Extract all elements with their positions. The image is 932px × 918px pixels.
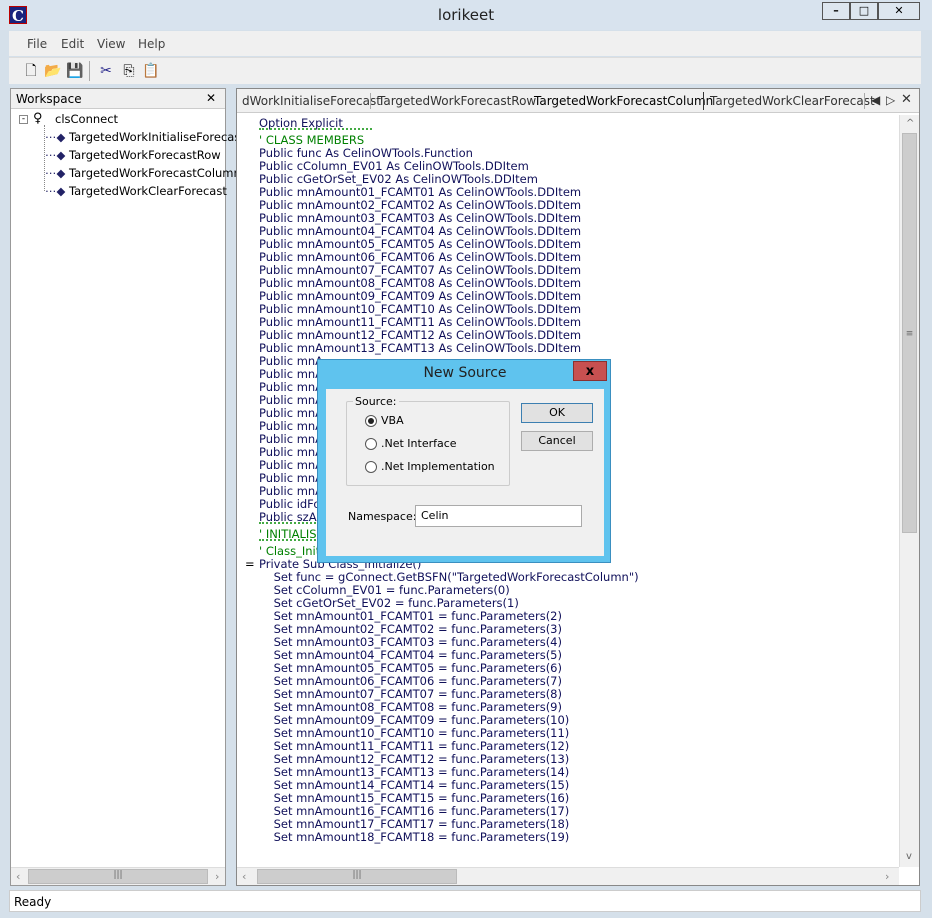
tab-forecast-column[interactable]: TargetedWorkForecastColumn <box>534 94 713 108</box>
dialog-title: New Source <box>423 365 507 381</box>
cut-icon[interactable]: ✂ <box>97 62 115 80</box>
tree-item-label: TargetedWorkInitialiseForecast <box>69 130 245 144</box>
radio-label: VBA <box>381 414 404 427</box>
tab-bar: dWorkInitialiseForecast TargetedWorkFore… <box>237 89 919 113</box>
tab-forecast-row[interactable]: TargetedWorkForecastRow <box>378 94 536 108</box>
radio-icon[interactable] <box>365 438 377 450</box>
tab-divider <box>370 93 371 109</box>
save-icon[interactable]: 💾 <box>66 62 84 80</box>
toolbar: 🗋 📂 💾 ✂ ⎘ 📋 <box>9 57 921 84</box>
tree-item[interactable]: ⋯◆ TargetedWorkClearForecast <box>45 184 227 198</box>
title-bar: C lorikeet – □ ✕ <box>0 0 932 30</box>
code-line: Set mnAmount18_FCAMT18 = func.Parameters… <box>259 830 570 844</box>
menu-edit[interactable]: Edit <box>61 37 84 51</box>
close-button[interactable]: ✕ <box>878 2 920 20</box>
dialog-close-button[interactable]: x <box>573 361 607 381</box>
collapse-icon[interactable]: - <box>19 115 28 124</box>
tree-root-clsConnect[interactable]: clsConnect <box>55 112 118 126</box>
workspace-title: Workspace <box>16 92 82 106</box>
tree-item-label: TargetedWorkForecastRow <box>69 148 221 162</box>
tree-item-label: TargetedWorkClearForecast <box>69 184 227 198</box>
menu-bar: File Edit View Help <box>9 31 921 56</box>
separator-dots <box>259 128 372 130</box>
minimize-button[interactable]: – <box>822 2 850 20</box>
tab-scroll-left-icon[interactable]: ◀ <box>871 93 880 107</box>
tree-item[interactable]: ⋯◆ TargetedWorkInitialiseForecast <box>45 130 245 144</box>
menu-file[interactable]: File <box>27 37 47 51</box>
tab-scroll-right-icon[interactable]: ▷ <box>886 93 895 107</box>
scroll-thumb[interactable]: ||| <box>257 869 457 884</box>
tree-item[interactable]: ⋯◆ TargetedWorkForecastColumn <box>45 166 241 180</box>
toolbar-separator <box>89 61 90 81</box>
tree-item-label: TargetedWorkForecastColumn <box>69 166 241 180</box>
workspace-header: Workspace ✕ <box>11 89 225 109</box>
cancel-button[interactable]: Cancel <box>521 431 593 451</box>
paste-icon[interactable]: 📋 <box>142 62 160 80</box>
workspace-close-icon[interactable]: ✕ <box>206 91 216 105</box>
scroll-up-icon[interactable]: ^ <box>906 118 914 129</box>
workspace-hscrollbar[interactable]: ‹ ||| › <box>11 867 225 885</box>
namespace-label: Namespace: <box>348 510 417 523</box>
scroll-thumb[interactable]: ≡ <box>902 133 917 533</box>
menu-view[interactable]: View <box>97 37 125 51</box>
ok-button[interactable]: OK <box>521 403 593 423</box>
scroll-left-icon[interactable]: ‹ <box>16 870 20 883</box>
status-bar: Ready <box>9 890 921 912</box>
scroll-right-icon[interactable]: › <box>885 870 889 883</box>
window-title: lorikeet <box>437 6 495 24</box>
tree-item[interactable]: ⋯◆ TargetedWorkForecastRow <box>45 148 221 162</box>
open-icon[interactable]: 📂 <box>44 62 62 80</box>
lightbulb-icon: ♀ <box>33 111 43 126</box>
radio-label: .Net Implementation <box>381 460 495 473</box>
tab-initialise-forecast[interactable]: dWorkInitialiseForecast <box>242 94 381 108</box>
source-group-label: Source: <box>353 395 399 408</box>
maximize-button[interactable]: □ <box>850 2 878 20</box>
new-source-dialog: New Source x Source: VBA .Net Interface … <box>317 359 611 563</box>
workspace-panel: Workspace ✕ - ♀ clsConnect ⋯◆ TargetedWo… <box>10 88 245 886</box>
tab-clear-forecast[interactable]: TargetedWorkClearForecast <box>710 94 875 108</box>
dialog-body: Source: VBA .Net Interface .Net Implemen… <box>326 389 604 556</box>
namespace-input[interactable]: Celin <box>415 505 582 527</box>
radio-label: .Net Interface <box>381 437 457 450</box>
tab-close-icon[interactable]: ✕ <box>901 92 912 107</box>
fold-icon[interactable]: = <box>245 557 255 571</box>
scroll-thumb[interactable]: ||| <box>28 869 208 884</box>
menu-help[interactable]: Help <box>138 37 165 51</box>
status-text: Ready <box>14 895 52 909</box>
scroll-left-icon[interactable]: ‹ <box>242 870 246 883</box>
code-vscrollbar[interactable]: ^ ≡ v <box>899 115 919 867</box>
tab-divider <box>864 93 865 109</box>
code-hscrollbar[interactable]: ‹ ||| › <box>237 867 899 885</box>
copy-icon[interactable]: ⎘ <box>120 62 138 80</box>
tab-divider <box>703 92 704 110</box>
new-icon[interactable]: 🗋 <box>22 62 40 80</box>
scroll-right-icon[interactable]: › <box>215 870 219 883</box>
radio-selected-icon[interactable] <box>365 415 377 427</box>
radio-icon[interactable] <box>365 461 377 473</box>
scroll-down-icon[interactable]: v <box>906 851 912 862</box>
